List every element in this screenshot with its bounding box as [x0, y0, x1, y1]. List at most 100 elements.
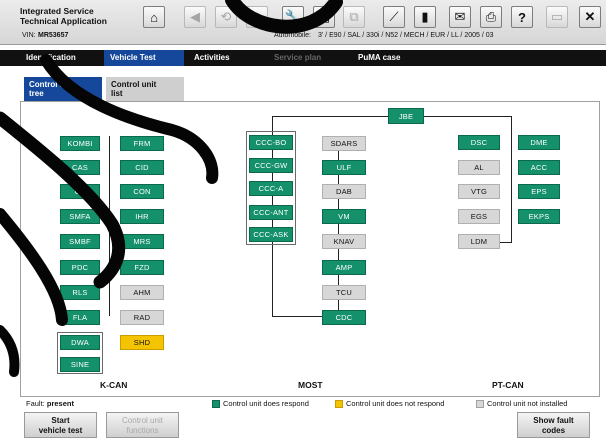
- control-unit-functions-button[interactable]: Control unit functions: [106, 412, 179, 438]
- tab-identification[interactable]: Identification: [20, 50, 102, 66]
- wrench-icon[interactable]: 🔧: [282, 6, 304, 28]
- start-button-line1: Start: [51, 416, 70, 425]
- node-amp[interactable]: AMP: [322, 260, 366, 275]
- legend-not-respond-label: Control unit does not respond: [346, 399, 445, 408]
- node-shd[interactable]: SHD: [120, 335, 164, 350]
- measure-icon[interactable]: ⟋: [383, 6, 405, 28]
- document-icon[interactable]: ▤: [313, 6, 335, 28]
- tab-vehicle-test[interactable]: Vehicle Test: [104, 50, 184, 66]
- node-ihr[interactable]: IHR: [120, 209, 164, 224]
- jbe-link-line-left: [272, 116, 392, 117]
- vehicle-info-row: VIN: MR53657 Automobile: 3' / E90 / SAL …: [0, 32, 606, 43]
- node-vm[interactable]: VM: [322, 209, 366, 224]
- node-ccc-ant[interactable]: CCC-ANT: [249, 205, 293, 220]
- tab-list-line1: Control unit: [111, 80, 157, 89]
- node-acc[interactable]: ACC: [518, 160, 560, 175]
- close-icon[interactable]: ✕: [579, 6, 601, 28]
- node-eps[interactable]: EPS: [518, 184, 560, 199]
- node-pdc[interactable]: PDC: [60, 260, 100, 275]
- fault-status: Fault: present: [26, 399, 74, 408]
- bus-label-ptcan: PT-CAN: [492, 380, 524, 390]
- history-icon[interactable]: ⟲: [215, 6, 237, 28]
- back-icon[interactable]: ◀: [184, 6, 206, 28]
- tab-tree-line2: tree: [29, 89, 44, 98]
- node-ccc-bo[interactable]: CCC-BO: [249, 135, 293, 150]
- node-dwa[interactable]: DWA: [60, 335, 100, 350]
- bus-label-kcan: K-CAN: [100, 380, 128, 390]
- app-title: Integrated Service Technical Application: [20, 6, 150, 26]
- node-dsc[interactable]: DSC: [458, 135, 500, 150]
- node-rad[interactable]: RAD: [120, 310, 164, 325]
- tab-list-line2: list: [111, 89, 123, 98]
- fault-value: present: [46, 399, 74, 408]
- tab-activities[interactable]: Activities: [188, 50, 268, 66]
- node-dme[interactable]: DME: [518, 135, 560, 150]
- node-con[interactable]: CON: [120, 184, 164, 199]
- app-title-line1: Integrated Service: [20, 6, 94, 16]
- node-fla[interactable]: FLA: [60, 310, 100, 325]
- tab-control-unit-tree[interactable]: Control unit tree: [24, 77, 102, 101]
- home-icon[interactable]: ⌂: [143, 6, 165, 28]
- mail-icon[interactable]: ✉: [449, 6, 471, 28]
- node-rls[interactable]: RLS: [60, 285, 100, 300]
- node-ldm[interactable]: LDM: [458, 234, 500, 249]
- ptcan-bus-line: [511, 116, 512, 242]
- start-button-line2: vehicle test: [38, 426, 83, 435]
- node-kombi[interactable]: KOMBI: [60, 136, 100, 151]
- node-dab[interactable]: DAB: [322, 184, 366, 199]
- automobile-value: 3' / E90 / SAL / 330i / N52 / MECH / EUR…: [318, 32, 494, 39]
- tab-control-unit-list[interactable]: Control unit list: [106, 77, 184, 101]
- legend-not-installed-label: Control unit not installed: [487, 399, 568, 408]
- functions-button-line2: functions: [126, 426, 159, 435]
- node-sine[interactable]: SINE: [60, 357, 100, 372]
- vin-label: VIN:: [22, 32, 36, 39]
- help-icon[interactable]: ?: [511, 6, 533, 28]
- legend-respond-swatch: [212, 400, 220, 408]
- node-jbe[interactable]: JBE: [388, 108, 424, 124]
- node-tcu[interactable]: TCU: [322, 285, 366, 300]
- node-egs[interactable]: EGS: [458, 209, 500, 224]
- node-ccc-a[interactable]: CCC-A: [249, 181, 293, 196]
- minimize-icon[interactable]: ▭: [546, 6, 568, 28]
- start-vehicle-test-button[interactable]: Start vehicle test: [24, 412, 97, 438]
- bus-label-most: MOST: [298, 380, 323, 390]
- vin-value: MR53657: [38, 32, 69, 39]
- node-vtg[interactable]: VTG: [458, 184, 500, 199]
- node-mrs[interactable]: MRS: [120, 234, 164, 249]
- node-knav[interactable]: KNAV: [322, 234, 366, 249]
- tab-service-plan[interactable]: Service plan: [268, 50, 348, 66]
- legend-not-installed-swatch: [476, 400, 484, 408]
- node-cas[interactable]: CAS: [60, 160, 100, 175]
- node-al[interactable]: AL: [458, 160, 500, 175]
- node-sdars[interactable]: SDARS: [322, 136, 366, 151]
- automobile-label: Automobile:: [274, 32, 311, 39]
- kcan-bus-line: [109, 136, 110, 316]
- node-ccc-gw[interactable]: CCC-GW: [249, 158, 293, 173]
- forward-icon[interactable]: ▶: [246, 6, 268, 28]
- node-ahm[interactable]: AHM: [120, 285, 164, 300]
- node-cdc[interactable]: CDC: [322, 310, 366, 325]
- jbe-link-line-right: [424, 116, 512, 117]
- show-button-line1: Show fault: [533, 416, 574, 425]
- battery-icon[interactable]: ▮: [414, 6, 436, 28]
- node-ccc-ask[interactable]: CCC-ASK: [249, 227, 293, 242]
- show-button-line2: codes: [541, 426, 566, 435]
- app-title-line2: Technical Application: [20, 16, 107, 26]
- show-fault-codes-button[interactable]: Show fault codes: [517, 412, 590, 438]
- node-fzd[interactable]: FZD: [120, 260, 164, 275]
- control-unit-tree-panel: [20, 101, 600, 397]
- link-icon[interactable]: ⧉: [343, 6, 365, 28]
- node-cid[interactable]: CID: [120, 160, 164, 175]
- legend-respond-label: Control unit does respond: [223, 399, 309, 408]
- node-smfa[interactable]: SMFA: [60, 209, 100, 224]
- tab-tree-line1: Control unit: [29, 80, 75, 89]
- legend-not-respond-swatch: [335, 400, 343, 408]
- most-cdc-line: [272, 316, 322, 317]
- node-frm[interactable]: FRM: [120, 136, 164, 151]
- node-ca[interactable]: CA: [60, 184, 100, 199]
- tab-puma-case[interactable]: PuMA case: [352, 50, 432, 66]
- node-ekps[interactable]: EKPS: [518, 209, 560, 224]
- node-ulf[interactable]: ULF: [322, 160, 366, 175]
- print-icon[interactable]: ⎙: [480, 6, 502, 28]
- node-smbf[interactable]: SMBF: [60, 234, 100, 249]
